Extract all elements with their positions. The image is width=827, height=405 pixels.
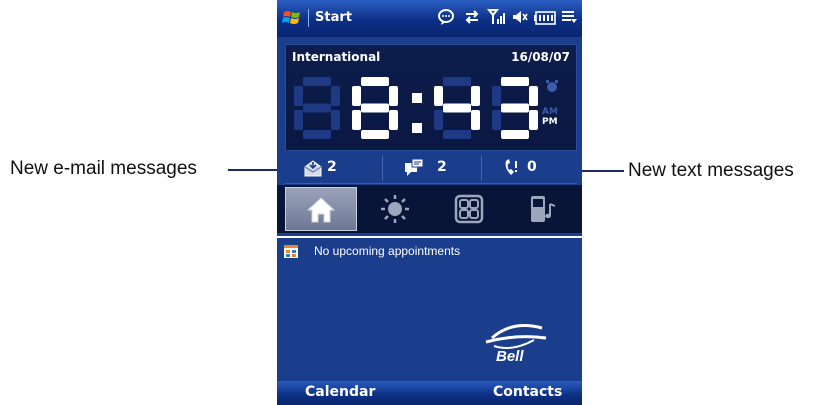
clock-location: International [292, 50, 381, 64]
start-title[interactable]: Start [315, 10, 352, 25]
clock-segment [501, 130, 529, 139]
clock-segment [443, 103, 471, 113]
tab-bar [277, 185, 582, 233]
contacts-softkey[interactable]: Contacts [493, 384, 562, 400]
clock-segment [352, 110, 361, 130]
signal-icon[interactable] [487, 8, 505, 26]
sms-notification[interactable]: 2 [400, 153, 480, 183]
speaker-icon[interactable] [511, 8, 529, 26]
sms-count: 2 [437, 159, 447, 175]
callout-email-label: New e-mail messages [10, 158, 197, 179]
clock-pm-label: PM [542, 117, 558, 127]
battery-icon[interactable] [534, 11, 556, 25]
missed-call-count: 0 [527, 159, 537, 175]
sync-arrows-icon[interactable] [463, 8, 481, 26]
clock-colon-dot [412, 123, 422, 133]
email-envelope-icon [304, 160, 322, 177]
softkey-bar: Calendar Contacts [277, 381, 582, 405]
clock-segment [331, 86, 340, 106]
callout-text-label: New text messages [628, 160, 794, 181]
title-separator [308, 9, 309, 27]
clock-panel[interactable]: International 16/08/07 AM PM [285, 44, 577, 151]
clock-segment [303, 103, 331, 113]
calendar-softkey[interactable]: Calendar [305, 384, 375, 400]
clock-colon-dot [412, 93, 422, 103]
chat-bubble-icon[interactable] [437, 8, 455, 26]
clock-segment [443, 77, 471, 86]
clock-segment [471, 86, 480, 106]
clock-segment [492, 110, 501, 130]
tab-music[interactable] [508, 187, 580, 231]
clock-segment [443, 130, 471, 139]
clock-segment [361, 130, 389, 139]
email-notification[interactable]: 2 [295, 153, 375, 183]
tab-weather[interactable] [360, 187, 432, 231]
windows-start-icon[interactable] [281, 7, 303, 29]
email-count: 2 [327, 159, 337, 175]
clock-segment [294, 110, 303, 130]
clock-segment [361, 103, 389, 113]
bell-logo: Bell [485, 324, 547, 362]
clock-segment [331, 110, 340, 130]
clock-segment [434, 86, 443, 106]
phone-music-icon [531, 196, 556, 222]
clock-segment [352, 86, 361, 106]
clock-am-label: AM [542, 107, 558, 117]
menu-icon[interactable] [561, 8, 577, 24]
clock-date: 16/08/07 [511, 50, 570, 64]
clock-segment [529, 110, 538, 130]
grid-launcher-icon [454, 194, 484, 224]
clock-segment [492, 86, 501, 106]
clock-segment [389, 86, 398, 106]
appointments-text: No upcoming appointments [314, 244, 461, 258]
clock-segment [303, 77, 331, 86]
divider-line [277, 236, 582, 238]
clock-segment [303, 130, 331, 139]
clock-time-display [294, 77, 538, 139]
appointments-row[interactable]: No upcoming appointments [277, 240, 582, 262]
tab-launcher[interactable] [434, 187, 506, 231]
alarm-clock-icon [546, 80, 558, 92]
clock-segment [501, 77, 529, 86]
clock-segment [471, 110, 480, 130]
notification-separator [382, 155, 383, 181]
sun-icon [381, 195, 409, 223]
bell-logo-text: Bell [496, 348, 524, 362]
missed-calls-notification[interactable]: 0 [495, 153, 575, 183]
home-icon [306, 197, 336, 223]
title-bar: Start [277, 0, 582, 37]
tab-home[interactable] [285, 187, 357, 231]
clock-segment [529, 86, 538, 106]
notification-separator [481, 155, 482, 181]
phone-screen: Start International 16/08/07 AM PM 2 2 0… [277, 0, 582, 405]
clock-segment [361, 77, 389, 86]
clock-ampm: AM PM [542, 107, 558, 127]
notification-row: 2 2 0 [285, 153, 577, 184]
clock-segment [294, 86, 303, 106]
calendar-icon [284, 245, 298, 258]
text-message-icon [405, 158, 424, 176]
clock-segment [434, 110, 443, 130]
clock-segment [501, 103, 529, 113]
missed-call-icon [505, 159, 517, 175]
clock-segment [389, 110, 398, 130]
